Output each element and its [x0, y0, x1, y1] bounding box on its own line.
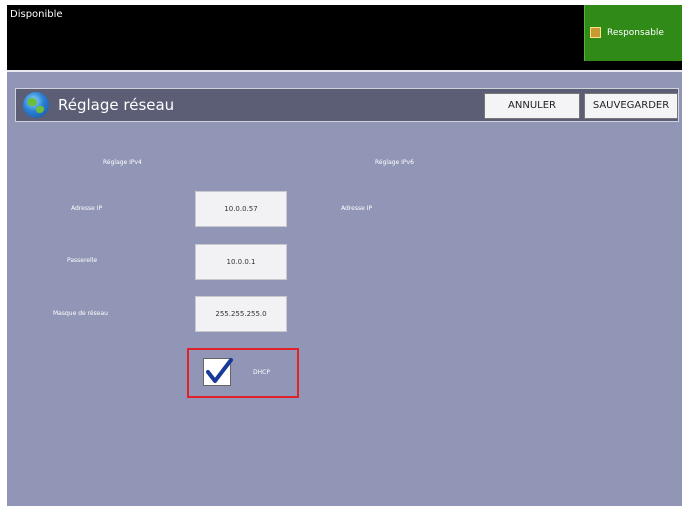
dhcp-label: DHCP [253, 369, 270, 376]
user-mode-button[interactable]: Responsable [584, 5, 682, 61]
dhcp-highlight: DHCP [187, 348, 299, 398]
checkmark-icon [206, 358, 233, 383]
page-title: Réglage réseau [58, 96, 175, 114]
top-status-bar: Disponible Responsable [7, 5, 682, 61]
screen: Disponible Responsable Réglage réseau AN… [7, 5, 682, 506]
user-mode-label: Responsable [607, 28, 664, 38]
dialog-header: Réglage réseau ANNULER SAUVEGARDER [15, 88, 679, 122]
dhcp-checkbox[interactable] [203, 358, 233, 386]
ipv4-section-title: Réglage IPv4 [103, 159, 142, 166]
ip-address-field[interactable]: 10.0.0.57 [195, 191, 287, 227]
subnet-mask-label: Masque de réseau [53, 310, 108, 317]
save-button[interactable]: SAUVEGARDER [584, 93, 678, 119]
gateway-field[interactable]: 10.0.0.1 [195, 244, 287, 280]
globe-icon [23, 92, 49, 118]
ip-address-label: Adresse IP [71, 205, 103, 212]
network-settings-panel: Réglage réseau ANNULER SAUVEGARDER Régla… [7, 70, 682, 506]
device-status: Disponible [10, 9, 63, 20]
ipv6-section-title: Réglage IPv6 [375, 159, 414, 166]
cancel-button[interactable]: ANNULER [484, 93, 580, 119]
ipv6-address-label: Adresse IP [341, 205, 373, 212]
subnet-mask-field[interactable]: 255.255.255.0 [195, 296, 287, 332]
gateway-label: Passerelle [67, 257, 98, 264]
user-icon [590, 27, 601, 38]
